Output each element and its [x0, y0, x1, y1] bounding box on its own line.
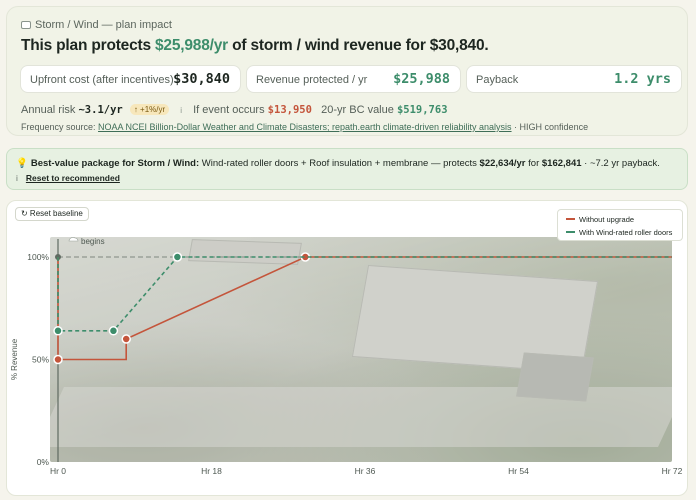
info-icon[interactable]: i — [180, 106, 182, 115]
frequency-source: Frequency source: NOAA NCEI Billion-Doll… — [21, 122, 589, 132]
x-tick-label: Hr 0 — [50, 466, 66, 476]
payback-metric: Payback 1.2 yrs — [466, 65, 682, 93]
legend-item-with[interactable]: With Wind-rated roller doors — [566, 228, 672, 238]
series-line-1 — [57, 256, 672, 332]
risk-summary: Annual risk ~3.1/yr ↑ +1%/yr i If event … — [21, 104, 448, 116]
x-tick-label: Hr 72 — [662, 466, 683, 476]
y-tick-label: 0% — [37, 457, 50, 467]
reset-to-recommended-link[interactable]: Reset to recommended — [26, 173, 120, 183]
series-point-1 — [53, 326, 63, 336]
breadcrumb: Storm / Wind — plan impact — [21, 19, 172, 31]
page-title: This plan protects $25,988/yr of storm /… — [21, 37, 489, 54]
revenue-chart: 0% 50% 100% Hr 0 Hr 18 Hr 36 Hr 54 Hr 72 % Reven… — [10, 237, 683, 476]
lightbulb-icon: 💡 — [16, 158, 28, 169]
revenue-chart-card: 0% 50% 100% Hr 0 Hr 18 Hr 36 Hr 54 Hr 72 % Reven… — [6, 200, 688, 496]
x-tick-label: Hr 36 — [355, 466, 376, 476]
y-axis-label: % Revenue — [10, 338, 19, 380]
x-tick-label: Hr 54 — [508, 466, 529, 476]
storm-icon — [21, 21, 31, 29]
info-icon: i — [16, 173, 18, 183]
y-tick-label: 100% — [27, 252, 49, 262]
series-point-1 — [172, 252, 183, 262]
x-tick-label: Hr 18 — [201, 466, 222, 476]
source-link[interactable]: NOAA NCEI Billion-Dollar Weather and Cli… — [98, 122, 512, 132]
series-point-1 — [108, 326, 119, 336]
legend-item-without[interactable]: Without upgrade — [566, 215, 634, 225]
event-marker-label: begins — [81, 237, 105, 246]
reset-baseline-button[interactable]: ↻ Reset baseline — [15, 207, 89, 221]
cloud-icon — [68, 237, 79, 242]
y-tick-label: 50% — [32, 355, 49, 365]
best-value-banner: 💡 Best-value package for Storm / Wind: Wi… — [6, 148, 688, 190]
series-point-0 — [53, 354, 63, 365]
upfront-cost-metric: Upfront cost (after incentives) $30,840 — [20, 65, 241, 93]
revenue-protected-metric: Revenue protected / yr $25,988 — [246, 65, 461, 93]
series-point-0 — [121, 334, 131, 344]
trend-badge: ↑ +1%/yr — [129, 104, 170, 115]
plan-impact-card: Storm / Wind — plan impact This plan pro… — [6, 6, 688, 136]
chart-legend: Without upgrade With Wind-rated roller d… — [557, 209, 683, 241]
series-line-0 — [57, 256, 672, 361]
